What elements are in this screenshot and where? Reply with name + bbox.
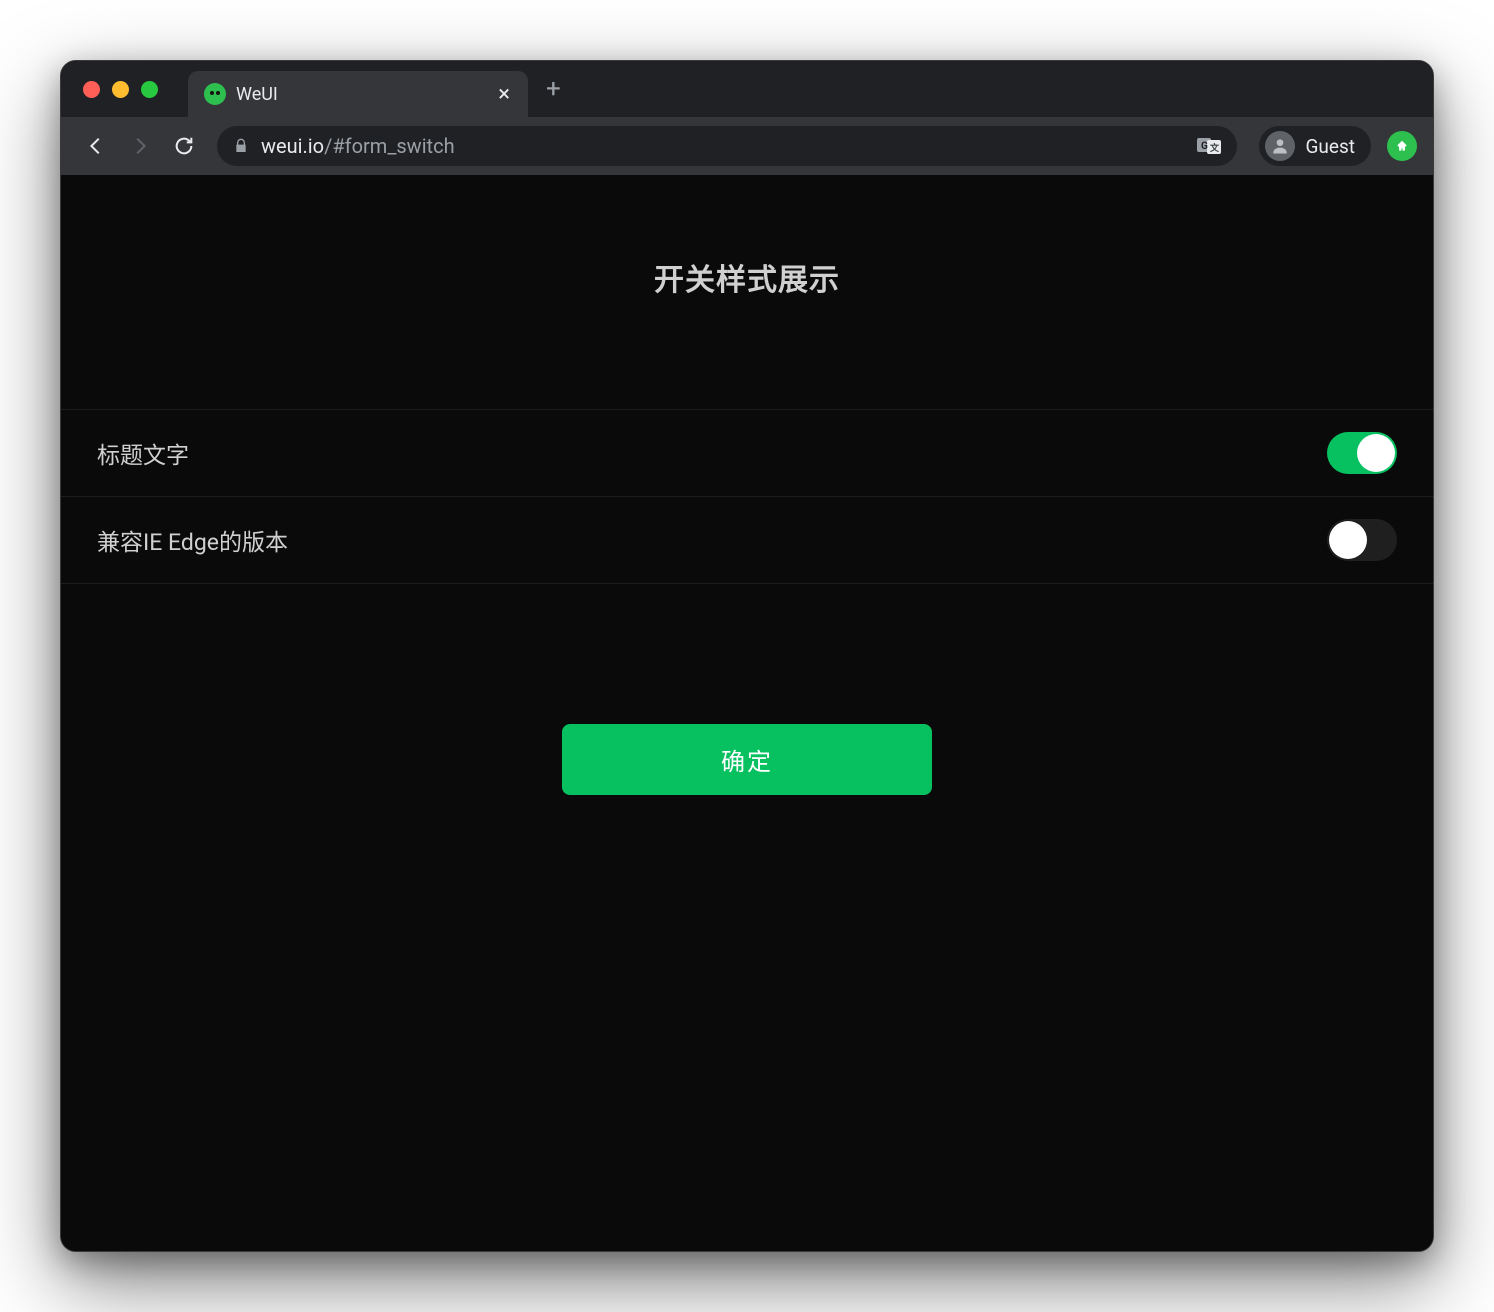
page-content: 开关样式展示 标题文字 兼容IE Edge的版本 确定 [61,175,1433,1251]
url-text: weui.io/#form_switch [261,134,455,158]
browser-window: WeUI × + weui.io/#form_switch G文 [60,60,1434,1252]
button-area: 确定 [61,724,1433,795]
window-maximize-button[interactable] [141,81,158,98]
confirm-button[interactable]: 确定 [562,724,932,795]
switch-knob [1329,521,1367,559]
avatar-icon [1265,131,1295,161]
switch-cells-group: 标题文字 兼容IE Edge的版本 [61,409,1433,584]
window-minimize-button[interactable] [112,81,129,98]
url-path: /#form_switch [324,134,455,158]
switch-label: 兼容IE Edge的版本 [97,523,288,557]
window-close-button[interactable] [83,81,100,98]
switch-label: 标题文字 [97,436,189,470]
url-host: weui.io [261,134,324,158]
back-button[interactable] [77,127,115,165]
profile-button[interactable]: Guest [1259,126,1371,166]
svg-text:G: G [1201,141,1208,152]
forward-button[interactable] [121,127,159,165]
lock-icon [233,137,249,155]
switch-cell: 兼容IE Edge的版本 [61,496,1433,583]
browser-toolbar: weui.io/#form_switch G文 Guest [61,117,1433,175]
window-controls [75,81,170,98]
reload-button[interactable] [165,127,203,165]
tab-strip: WeUI × + [61,61,1433,117]
switch-toggle-title[interactable] [1327,432,1397,474]
close-icon[interactable]: × [494,82,514,107]
svg-text:文: 文 [1209,142,1220,154]
extension-button[interactable] [1387,131,1417,161]
new-tab-button[interactable]: + [528,66,579,112]
profile-label: Guest [1305,135,1355,158]
browser-tab[interactable]: WeUI × [188,71,528,117]
switch-toggle-ie-edge[interactable] [1327,519,1397,561]
switch-knob [1357,434,1395,472]
page-title: 开关样式展示 [61,255,1433,299]
address-bar[interactable]: weui.io/#form_switch G文 [217,126,1237,166]
translate-icon[interactable]: G文 [1197,136,1221,156]
switch-cell: 标题文字 [61,410,1433,496]
tab-title: WeUI [236,84,484,105]
wechat-favicon-icon [204,83,226,105]
